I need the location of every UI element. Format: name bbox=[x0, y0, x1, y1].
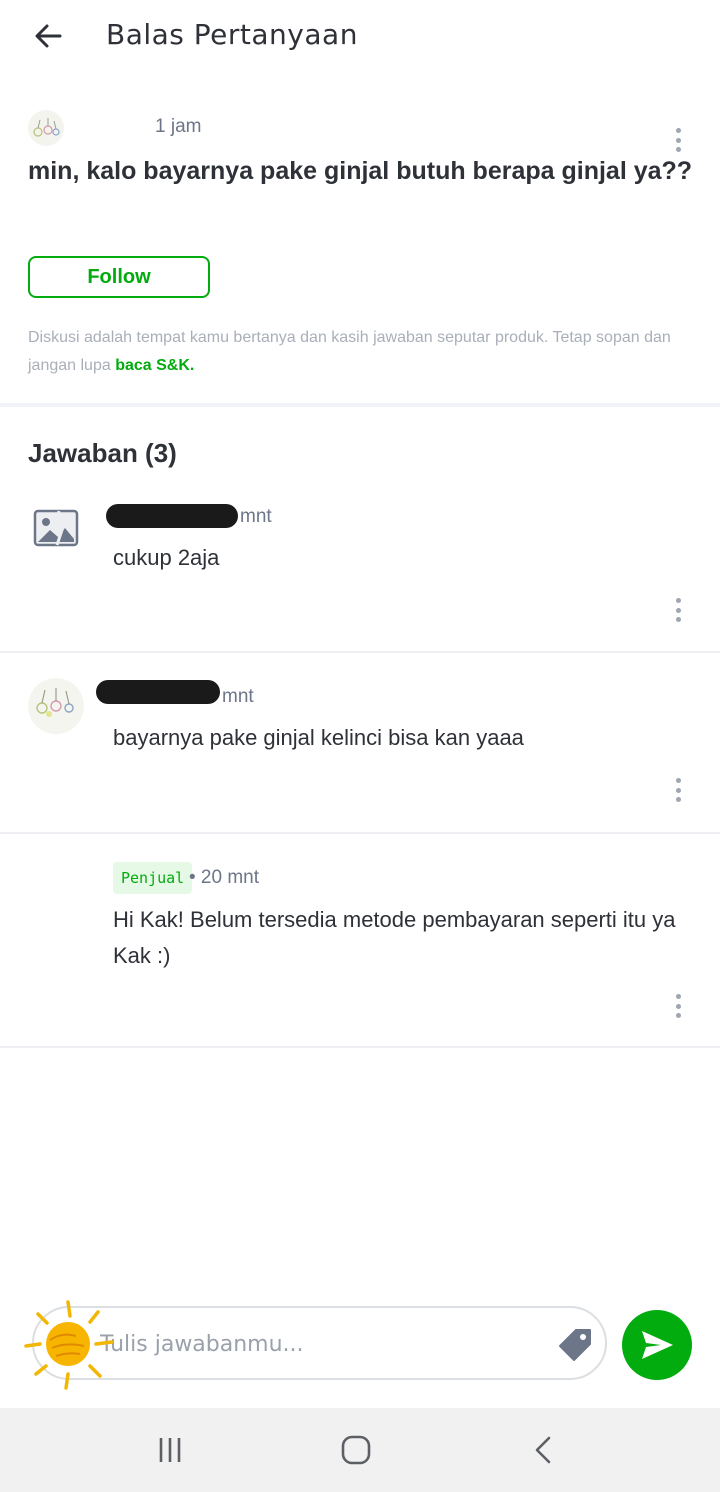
back-arrow-icon bbox=[35, 24, 62, 48]
tag-product-button[interactable] bbox=[556, 1326, 594, 1364]
answer-text: bayarnya pake ginjal kelinci bisa kan ya… bbox=[113, 725, 524, 750]
reply-compose-bar bbox=[0, 1290, 720, 1408]
kebab-menu-icon bbox=[675, 778, 681, 783]
answer-time: mnt bbox=[240, 506, 272, 527]
answerer-avatar[interactable] bbox=[28, 678, 84, 734]
redacted-username bbox=[106, 504, 238, 528]
answer-divider bbox=[0, 1046, 720, 1048]
answer-menu-button[interactable] bbox=[666, 992, 690, 1020]
discussion-disclaimer: Diskusi adalah tempat kamu bertanya dan … bbox=[28, 324, 698, 380]
image-placeholder-icon[interactable] bbox=[33, 508, 79, 548]
answer-item: mnt bayarnya pake ginjal kelinci bisa ka… bbox=[0, 654, 720, 832]
answer-menu-button[interactable] bbox=[666, 596, 690, 624]
send-button[interactable] bbox=[622, 1310, 692, 1380]
home-button[interactable] bbox=[336, 1430, 376, 1470]
home-icon bbox=[341, 1435, 371, 1465]
recent-apps-icon bbox=[159, 1438, 181, 1462]
kebab-menu-icon bbox=[675, 128, 681, 133]
asker-avatar[interactable] bbox=[28, 110, 64, 146]
answer-text: cukup 2aja bbox=[113, 545, 220, 570]
answer-divider bbox=[0, 651, 720, 653]
answer-time: mnt bbox=[222, 686, 254, 707]
seller-badge: Penjual bbox=[113, 862, 193, 894]
terms-link[interactable]: baca S&K. bbox=[115, 357, 194, 374]
answer-menu-button[interactable] bbox=[666, 776, 690, 804]
page-title: Balas Pertanyaan bbox=[106, 18, 358, 51]
back-button[interactable] bbox=[28, 16, 68, 56]
system-back-button[interactable] bbox=[524, 1430, 564, 1470]
tag-icon bbox=[559, 1329, 591, 1361]
redacted-username bbox=[96, 680, 220, 704]
answer-item: mnt cukup 2aja bbox=[0, 496, 720, 652]
follow-button[interactable]: Follow bbox=[28, 256, 210, 298]
reply-input-container[interactable] bbox=[32, 1306, 607, 1380]
app-header: Balas Pertanyaan bbox=[0, 0, 720, 72]
sun-sticker-icon bbox=[20, 1296, 116, 1392]
answer-text: Hi Kak! Belum tersedia metode pembayaran… bbox=[113, 907, 676, 968]
answers-heading: Jawaban (3) bbox=[28, 438, 177, 468]
answer-time: • 20 mnt bbox=[189, 867, 260, 888]
kebab-menu-icon bbox=[675, 994, 681, 999]
system-nav-bar bbox=[0, 1408, 720, 1492]
reply-input[interactable] bbox=[100, 1322, 540, 1366]
recent-apps-button[interactable] bbox=[150, 1430, 190, 1470]
question-time: 1 jam bbox=[155, 116, 202, 137]
question-text: min, kalo bayarnya pake ginjal butuh ber… bbox=[28, 157, 693, 185]
send-icon bbox=[642, 1331, 673, 1359]
question-menu-button[interactable] bbox=[666, 126, 690, 154]
seller-answer-item: Penjual • 20 mnt Hi Kak! Belum tersedia … bbox=[0, 834, 720, 1046]
kebab-menu-icon bbox=[675, 598, 681, 603]
back-nav-icon bbox=[535, 1436, 551, 1464]
section-divider bbox=[0, 403, 720, 407]
